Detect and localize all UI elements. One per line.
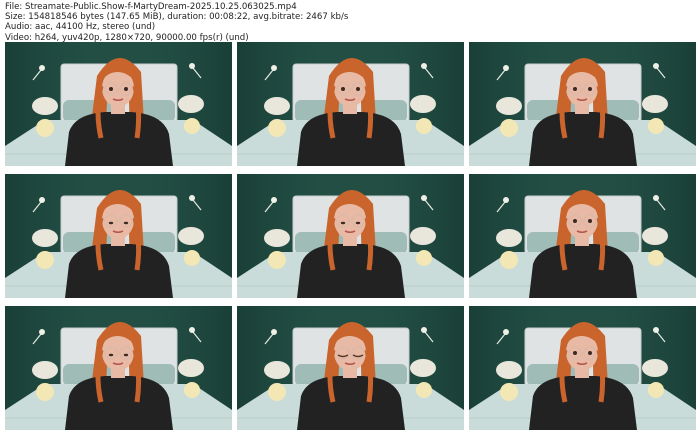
video-thumbnail-2 bbox=[237, 42, 464, 166]
video-thumbnail-8 bbox=[237, 306, 464, 430]
video-thumbnail-5 bbox=[237, 174, 464, 298]
video-thumbnail-6 bbox=[469, 174, 696, 298]
thumbnail-scene bbox=[5, 306, 232, 430]
thumbnail-scene bbox=[237, 306, 464, 430]
thumbnail-grid bbox=[5, 42, 696, 432]
video-thumbnail-7 bbox=[5, 306, 232, 430]
video-thumbnail-9 bbox=[469, 306, 696, 430]
video-thumbnail-3 bbox=[469, 42, 696, 166]
thumbnail-scene bbox=[5, 174, 232, 298]
thumbnail-scene bbox=[469, 174, 696, 298]
file-size-line: Size: 154818546 bytes (147.65 MiB), dura… bbox=[5, 12, 349, 23]
file-name-line: File: Streamate-Public.Show-f-MartyDream… bbox=[5, 2, 297, 12]
thumbnail-scene bbox=[469, 42, 696, 166]
thumbnail-scene bbox=[5, 42, 232, 166]
video-thumbnail-4 bbox=[5, 174, 232, 298]
thumbnail-scene bbox=[469, 306, 696, 430]
video-thumbnail-1 bbox=[5, 42, 232, 166]
thumbnail-scene bbox=[237, 42, 464, 166]
audio-info-line: Audio: aac, 44100 Hz, stereo (und) bbox=[5, 22, 156, 33]
thumbnail-scene bbox=[237, 174, 464, 298]
file-info-header: File: Streamate-Public.Show-f-MartyDream… bbox=[5, 2, 348, 43]
